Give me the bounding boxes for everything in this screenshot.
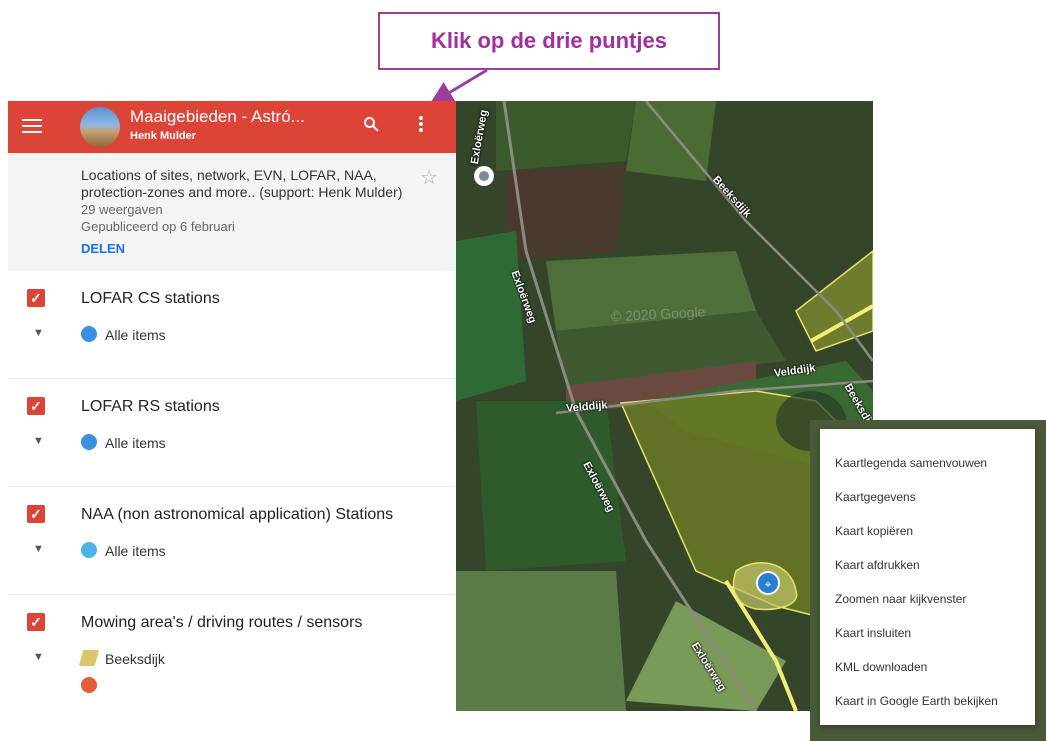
callout-text: Klik op de drie puntjes bbox=[431, 28, 667, 53]
chevron-down-icon[interactable]: ▼ bbox=[33, 435, 44, 447]
context-menu-container: Kaartlegenda samenvouwen Kaartgegevens K… bbox=[810, 420, 1046, 741]
more-vert-icon[interactable] bbox=[418, 116, 424, 136]
layer-naa: ✓ NAA (non astronomical application) Sta… bbox=[8, 487, 456, 595]
map-title: Maaigebieden - Astró... bbox=[130, 107, 305, 126]
layer-item-label[interactable]: Beeksdijk bbox=[105, 651, 165, 667]
menu-item-print-map[interactable]: Kaart afdrukken bbox=[835, 558, 920, 572]
callout-box: Klik op de drie puntjes bbox=[378, 12, 720, 70]
checkbox-checked-icon[interactable]: ✓ bbox=[27, 505, 45, 523]
avatar bbox=[80, 107, 120, 147]
layer-lofar-rs: ✓ LOFAR RS stations ▼ Alle items bbox=[8, 379, 456, 487]
layer-title: LOFAR RS stations bbox=[81, 398, 220, 415]
layer-lofar-cs: ✓ LOFAR CS stations ▼ Alle items bbox=[8, 271, 456, 379]
view-count: 29 weergaven bbox=[81, 202, 163, 217]
hamburger-icon[interactable] bbox=[22, 119, 42, 135]
marker-icon bbox=[81, 677, 97, 693]
layer-mowing-areas: ✓ Mowing area's / driving routes / senso… bbox=[8, 595, 456, 702]
map-info: Locations of sites, network, EVN, LOFAR,… bbox=[8, 153, 456, 271]
layer-title: NAA (non astronomical application) Stati… bbox=[81, 506, 394, 523]
layer-title: LOFAR CS stations bbox=[81, 290, 220, 307]
chevron-down-icon[interactable]: ▼ bbox=[33, 327, 44, 339]
menu-item-zoom-to-viewport[interactable]: Zoomen naar kijkvenster bbox=[835, 592, 966, 606]
menu-item-embed-map[interactable]: Kaart insluiten bbox=[835, 626, 911, 640]
map-description: Locations of sites, network, EVN, LOFAR,… bbox=[81, 167, 403, 200]
map-author: Henk Mulder bbox=[130, 130, 197, 142]
share-button[interactable]: DELEN bbox=[81, 241, 125, 256]
context-menu: Kaartlegenda samenvouwen Kaartgegevens K… bbox=[820, 429, 1035, 725]
published-date: Gepubliceerd op 6 februari bbox=[81, 219, 235, 234]
chevron-down-icon[interactable]: ▼ bbox=[33, 543, 44, 555]
telescope-icon bbox=[81, 434, 97, 450]
menu-item-collapse-legend[interactable]: Kaartlegenda samenvouwen bbox=[835, 456, 987, 470]
menu-item-view-in-earth[interactable]: Kaart in Google Earth bekijken bbox=[835, 694, 998, 708]
menu-item-copy-map[interactable]: Kaart kopiëren bbox=[835, 524, 913, 538]
telescope-icon bbox=[81, 326, 97, 342]
star-outline-icon[interactable]: ☆ bbox=[420, 165, 438, 190]
menu-item-download-kml[interactable]: KML downloaden bbox=[835, 660, 927, 674]
signal-icon bbox=[81, 542, 97, 558]
map-legend-panel: Maaigebieden - Astró... Henk Mulder Loca… bbox=[8, 101, 456, 711]
menu-item-map-details[interactable]: Kaartgegevens bbox=[835, 490, 916, 504]
polygon-icon bbox=[78, 650, 100, 666]
search-icon[interactable] bbox=[363, 116, 379, 132]
layer-item-label[interactable]: Alle items bbox=[105, 327, 166, 343]
layer-title: Mowing area's / driving routes / sensors bbox=[81, 614, 363, 631]
layer-item-label[interactable]: Alle items bbox=[105, 435, 166, 451]
panel-header: Maaigebieden - Astró... Henk Mulder bbox=[8, 101, 456, 153]
checkbox-checked-icon[interactable]: ✓ bbox=[27, 397, 45, 415]
svg-text:⌖: ⌖ bbox=[765, 577, 772, 591]
checkbox-checked-icon[interactable]: ✓ bbox=[27, 289, 45, 307]
chevron-down-icon[interactable]: ▼ bbox=[33, 651, 44, 663]
layer-item-label[interactable]: Alle items bbox=[105, 543, 166, 559]
checkbox-checked-icon[interactable]: ✓ bbox=[27, 613, 45, 631]
